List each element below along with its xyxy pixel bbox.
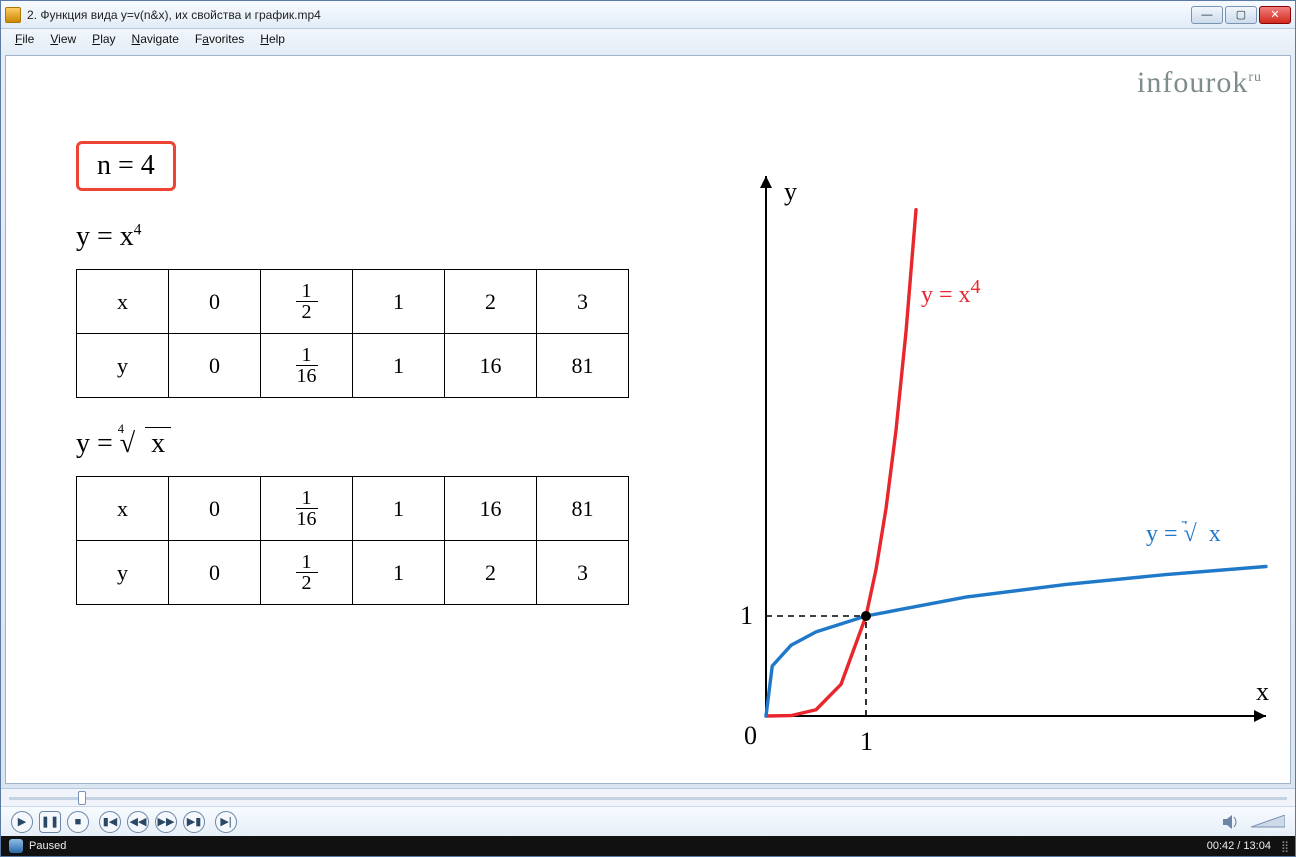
prev-button[interactable]: ▮◀ bbox=[99, 811, 121, 833]
titlebar: 2. Функция вида y=v(n&x), их свойства и … bbox=[1, 1, 1295, 29]
svg-text:0: 0 bbox=[744, 721, 757, 750]
menu-favorites[interactable]: Favorites bbox=[187, 29, 252, 51]
svg-text:y: y bbox=[784, 177, 797, 206]
svg-text:1: 1 bbox=[740, 601, 753, 630]
menubar: File View Play Navigate Favorites Help bbox=[1, 29, 1295, 51]
window-title: 2. Функция вида y=v(n&x), их свойства и … bbox=[27, 8, 1191, 22]
svg-text:1: 1 bbox=[860, 727, 873, 756]
equation-root: y = 4√x bbox=[76, 428, 629, 460]
table-row: y 0 116 1 16 81 bbox=[77, 334, 629, 398]
seek-thumb[interactable] bbox=[78, 791, 86, 805]
forward-button[interactable]: ▶▶ bbox=[155, 811, 177, 833]
playback-status: Paused bbox=[29, 840, 66, 852]
row-label: y bbox=[77, 541, 169, 605]
svg-text:x: x bbox=[1256, 677, 1269, 706]
resize-grip[interactable]: ⣿ bbox=[1281, 840, 1287, 853]
minimize-button[interactable]: — bbox=[1191, 6, 1223, 24]
volume-icon[interactable] bbox=[1223, 814, 1241, 830]
pause-button[interactable]: ❚❚ bbox=[39, 811, 61, 833]
window-buttons: — ▢ ✕ bbox=[1191, 6, 1291, 24]
table-row: y 0 12 1 2 3 bbox=[77, 541, 629, 605]
menu-play[interactable]: Play bbox=[84, 29, 123, 51]
row-label: x bbox=[77, 270, 169, 334]
menu-view[interactable]: View bbox=[42, 29, 84, 51]
table-root: x 0 116 1 16 81 y 0 12 1 2 3 bbox=[76, 476, 629, 605]
maximize-button[interactable]: ▢ bbox=[1225, 6, 1257, 24]
volume-slider[interactable] bbox=[1251, 815, 1285, 829]
menu-help[interactable]: Help bbox=[252, 29, 293, 51]
row-label: y bbox=[77, 334, 169, 398]
brand-logo: infourokru bbox=[1137, 66, 1262, 100]
playback-time: 00:42 / 13:04 bbox=[1207, 840, 1271, 852]
video-content[interactable]: infourokru n = 4 y = x4 x 0 12 1 2 3 y 0 bbox=[5, 55, 1291, 784]
stop-button[interactable]: ■ bbox=[67, 811, 89, 833]
app-window: 2. Функция вида y=v(n&x), их свойства и … bbox=[0, 0, 1296, 857]
table-power: x 0 12 1 2 3 y 0 116 1 16 81 bbox=[76, 269, 629, 398]
app-icon bbox=[5, 7, 21, 23]
menu-file[interactable]: File bbox=[7, 29, 42, 51]
menu-navigate[interactable]: Navigate bbox=[124, 29, 187, 51]
rewind-button[interactable]: ◀◀ bbox=[127, 811, 149, 833]
close-button[interactable]: ✕ bbox=[1259, 6, 1291, 24]
n-value-box: n = 4 bbox=[76, 141, 176, 191]
step-button[interactable]: ▶| bbox=[215, 811, 237, 833]
status-icon bbox=[9, 839, 23, 853]
seek-bar[interactable] bbox=[1, 788, 1295, 806]
table-row: x 0 12 1 2 3 bbox=[77, 270, 629, 334]
next-button[interactable]: ▶▮ bbox=[183, 811, 205, 833]
row-label: x bbox=[77, 477, 169, 541]
play-button[interactable]: ▶ bbox=[11, 811, 33, 833]
transport-bar: ▶ ❚❚ ■ ▮◀ ◀◀ ▶▶ ▶▮ ▶| bbox=[1, 806, 1295, 836]
equation-power: y = x4 bbox=[76, 221, 629, 253]
status-bar: Paused 00:42 / 13:04 ⣿ bbox=[1, 836, 1295, 856]
function-chart: 0yx11y = x4y = 4√x bbox=[666, 156, 1276, 784]
table-row: x 0 116 1 16 81 bbox=[77, 477, 629, 541]
